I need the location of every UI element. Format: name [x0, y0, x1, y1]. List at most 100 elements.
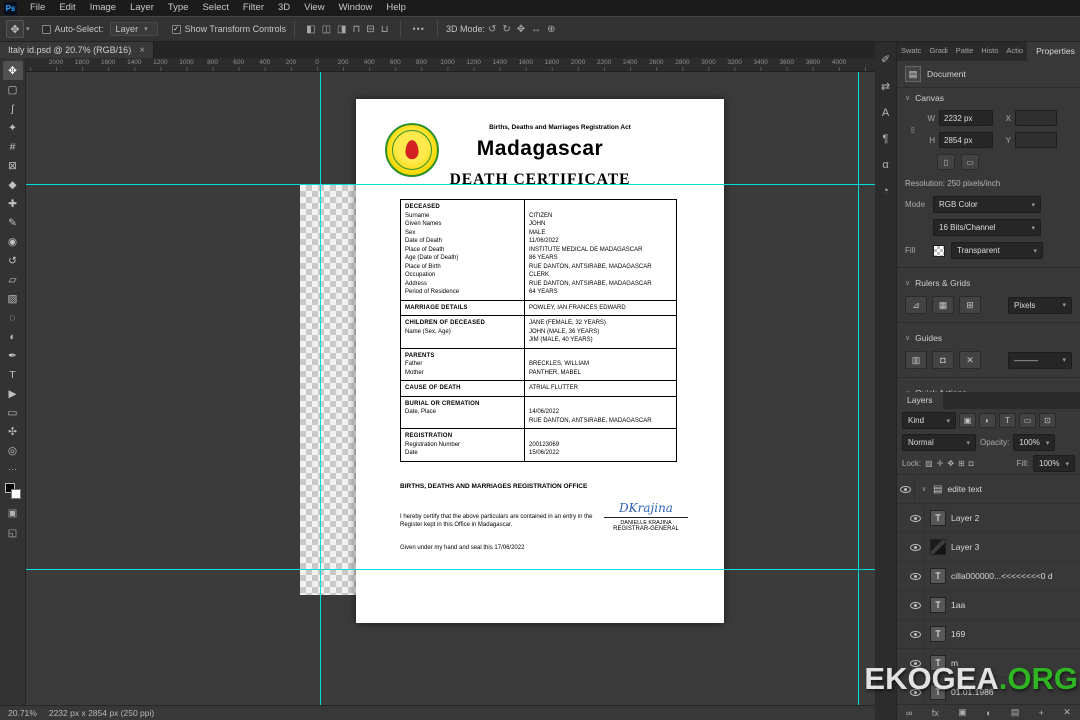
filter-type-layers-icon[interactable]: T	[999, 413, 1016, 428]
tab-properties[interactable]: Properties	[1027, 41, 1080, 61]
orbit-3d-icon[interactable]: ↺	[488, 24, 496, 35]
bit-depth-dropdown[interactable]: 16 Bits/Channel ▾	[933, 219, 1041, 236]
lock-all-icon[interactable]: ◘	[969, 459, 974, 468]
toggle-rulers-icon[interactable]: ⊿	[905, 296, 927, 314]
path-selection-tool[interactable]: ▶	[3, 384, 23, 403]
visibility-toggle[interactable]	[907, 533, 925, 561]
visibility-toggle[interactable]	[907, 620, 925, 648]
eyedropper-tool[interactable]: ◆	[3, 175, 23, 194]
visibility-toggle[interactable]	[907, 562, 925, 590]
brush-settings-panel-icon[interactable]: ✐	[881, 53, 890, 66]
layer-row[interactable]: T 1aa	[897, 591, 1080, 620]
layer-row[interactable]: T 169	[897, 620, 1080, 649]
visibility-toggle[interactable]	[897, 475, 915, 503]
background-color-swatch[interactable]	[10, 489, 21, 499]
clear-guides-icon[interactable]: ✕	[959, 351, 981, 369]
healing-brush-tool[interactable]: ✚	[3, 194, 23, 213]
quick-actions-section-header[interactable]: ∨ Quick Actions	[897, 383, 1080, 392]
align-horizontal-centers-icon[interactable]: ◫	[322, 24, 331, 35]
layer-row[interactable]: Layer 3	[897, 533, 1080, 562]
filter-shape-layers-icon[interactable]: ▭	[1019, 413, 1036, 428]
lock-transparency-icon[interactable]: ▨	[925, 459, 933, 468]
opacity-dropdown[interactable]: 100% ▾	[1013, 434, 1056, 451]
dodge-tool[interactable]: ◐	[3, 327, 23, 346]
menu-image[interactable]: Image	[83, 0, 123, 16]
close-icon[interactable]: ×	[139, 45, 145, 56]
clone-stamp-tool[interactable]: ◉	[3, 232, 23, 251]
color-mode-dropdown[interactable]: RGB Color ▾	[933, 196, 1041, 213]
new-group-icon[interactable]: ▤	[1011, 707, 1020, 718]
menu-file[interactable]: File	[23, 0, 52, 16]
slide-3d-icon[interactable]: ↔	[531, 24, 541, 35]
group-expand-icon[interactable]: ∨	[920, 485, 928, 493]
portrait-orientation-icon[interactable]: ▯	[937, 154, 955, 170]
lasso-tool[interactable]: ʃ	[3, 99, 23, 118]
menu-filter[interactable]: Filter	[236, 0, 271, 16]
glyphs-panel-icon[interactable]: α	[882, 159, 888, 171]
landscape-orientation-icon[interactable]: ▭	[961, 154, 979, 170]
zoom-tool[interactable]: ◎	[3, 441, 23, 460]
history-brush-tool[interactable]: ↺	[3, 251, 23, 270]
swap-panels-icon[interactable]: ⇄	[881, 80, 890, 93]
certificate-document[interactable]: Births, Deaths and Marriages Registratio…	[356, 99, 724, 623]
tab-gradi[interactable]: Gradi	[925, 41, 951, 61]
menu-select[interactable]: Select	[195, 0, 235, 16]
show-transform-checkbox[interactable]: ✓	[171, 24, 181, 34]
zoom-level-field[interactable]: 20.71%	[8, 708, 37, 718]
menu-layer[interactable]: Layer	[123, 0, 161, 16]
edit-toolbar-icon[interactable]: ⋯	[8, 464, 17, 475]
shape-tool[interactable]: ▭	[3, 403, 23, 422]
align-top-edges-icon[interactable]: ⊓	[352, 24, 360, 35]
units-dropdown[interactable]: Pixels ▾	[1008, 296, 1072, 314]
menu-type[interactable]: Type	[161, 0, 196, 16]
menu-view[interactable]: View	[297, 0, 331, 16]
type-tool[interactable]: T	[3, 365, 23, 384]
tab-swatc[interactable]: Swatc	[897, 41, 925, 61]
x-field[interactable]	[1015, 110, 1057, 126]
new-layer-icon[interactable]: +	[1039, 708, 1044, 718]
menu-3d[interactable]: 3D	[271, 0, 297, 16]
app-logo[interactable]: Ps	[4, 1, 17, 15]
fill-dropdown[interactable]: Transparent ▾	[951, 242, 1043, 259]
align-right-edges-icon[interactable]: ◨	[337, 24, 346, 35]
frame-tool[interactable]: ⊠	[3, 156, 23, 175]
delete-layer-icon[interactable]: ✕	[1063, 707, 1071, 718]
add-layer-mask-icon[interactable]: ▣	[958, 707, 967, 718]
link-dimensions-icon[interactable]: ∞	[908, 127, 918, 133]
filter-smart-objects-icon[interactable]: ⊡	[1039, 413, 1056, 428]
menu-help[interactable]: Help	[379, 0, 413, 16]
chevron-down-icon[interactable]: ▾	[26, 25, 30, 33]
rulers-grids-section-header[interactable]: ∨ Rulers & Grids	[897, 273, 1080, 293]
lock-artboard-icon[interactable]: ⊞	[958, 459, 965, 468]
lock-pixels-icon[interactable]: ✛	[937, 459, 944, 468]
width-field[interactable]: 2232 px	[939, 110, 993, 126]
menu-window[interactable]: Window	[332, 0, 380, 16]
crop-tool[interactable]: #	[3, 137, 23, 156]
vertical-guide[interactable]	[858, 72, 859, 705]
guide-style-dropdown[interactable]: ——— ▾	[1008, 351, 1072, 369]
tab-patte[interactable]: Patte	[952, 41, 978, 61]
lock-guides-icon[interactable]: ◘	[932, 351, 954, 369]
canvas-area[interactable]: Births, Deaths and Marriages Registratio…	[26, 72, 875, 705]
auto-select-target-dropdown[interactable]: Layer ▾	[109, 22, 158, 36]
y-field[interactable]	[1015, 132, 1057, 148]
canvas-section-header[interactable]: ∨ Canvas	[897, 88, 1080, 108]
horizontal-ruler[interactable]: 2000 1800 1600 1400 1200 1000 800 600 400 200 0 200…	[26, 58, 875, 72]
horizontal-guide[interactable]	[26, 569, 875, 570]
layer-row[interactable]: ∨ ▤ edite text	[897, 475, 1080, 504]
blur-tool[interactable]: ◌	[3, 308, 23, 327]
horizontal-guide[interactable]	[26, 184, 875, 185]
tab-histo[interactable]: Histo	[977, 41, 1002, 61]
scale-3d-icon[interactable]: ⊕	[547, 24, 555, 35]
layer-fill-dropdown[interactable]: 100% ▾	[1033, 455, 1075, 472]
vertical-guide[interactable]	[320, 72, 321, 705]
align-vertical-centers-icon[interactable]: ⊟	[366, 24, 374, 35]
menu-edit[interactable]: Edit	[52, 0, 82, 16]
clone-source-panel-icon[interactable]: ◔	[882, 185, 889, 197]
lock-position-icon[interactable]: ✥	[947, 459, 954, 468]
drag-3d-icon[interactable]: ✥	[517, 24, 525, 35]
kind-filter-dropdown[interactable]: Kind ▾	[902, 412, 956, 429]
screen-mode-icon[interactable]: ◱	[8, 528, 17, 539]
height-field[interactable]: 2854 px	[939, 132, 993, 148]
move-tool[interactable]: ✥	[2, 61, 23, 80]
